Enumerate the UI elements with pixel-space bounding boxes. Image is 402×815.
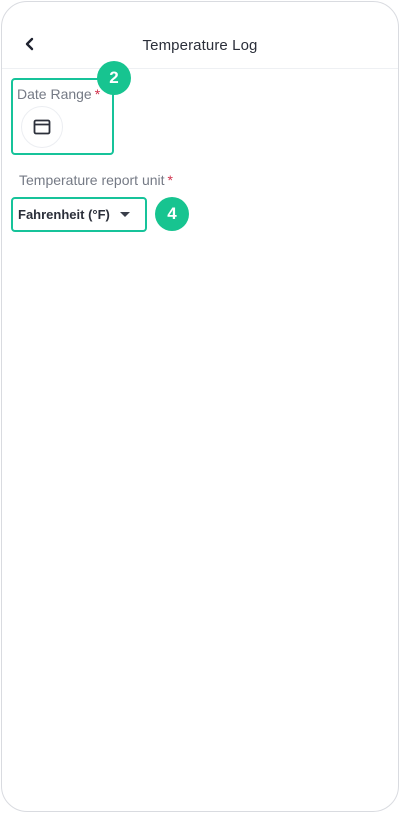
calendar-icon (33, 119, 51, 135)
temperature-unit-value: Fahrenheit (°F) (18, 207, 110, 222)
date-range-label: Date Range * (17, 86, 100, 102)
date-range-label-text: Date Range (17, 86, 92, 102)
temperature-unit-select[interactable]: Fahrenheit (°F) (14, 200, 144, 229)
annotation-badge-4: 4 (155, 197, 189, 231)
temperature-unit-label-text: Temperature report unit (19, 172, 165, 188)
caret-down-icon (119, 212, 130, 217)
annotation-badge-2: 2 (97, 61, 131, 95)
date-range-picker-button[interactable] (21, 106, 63, 148)
phone-frame: Temperature Log Date Range * 2 Temperatur… (1, 1, 399, 812)
temperature-unit-label: Temperature report unit * (19, 172, 173, 188)
page-title: Temperature Log (142, 37, 258, 54)
required-asterisk: * (167, 172, 173, 188)
app-header: Temperature Log (2, 2, 398, 69)
required-asterisk: * (94, 86, 101, 102)
